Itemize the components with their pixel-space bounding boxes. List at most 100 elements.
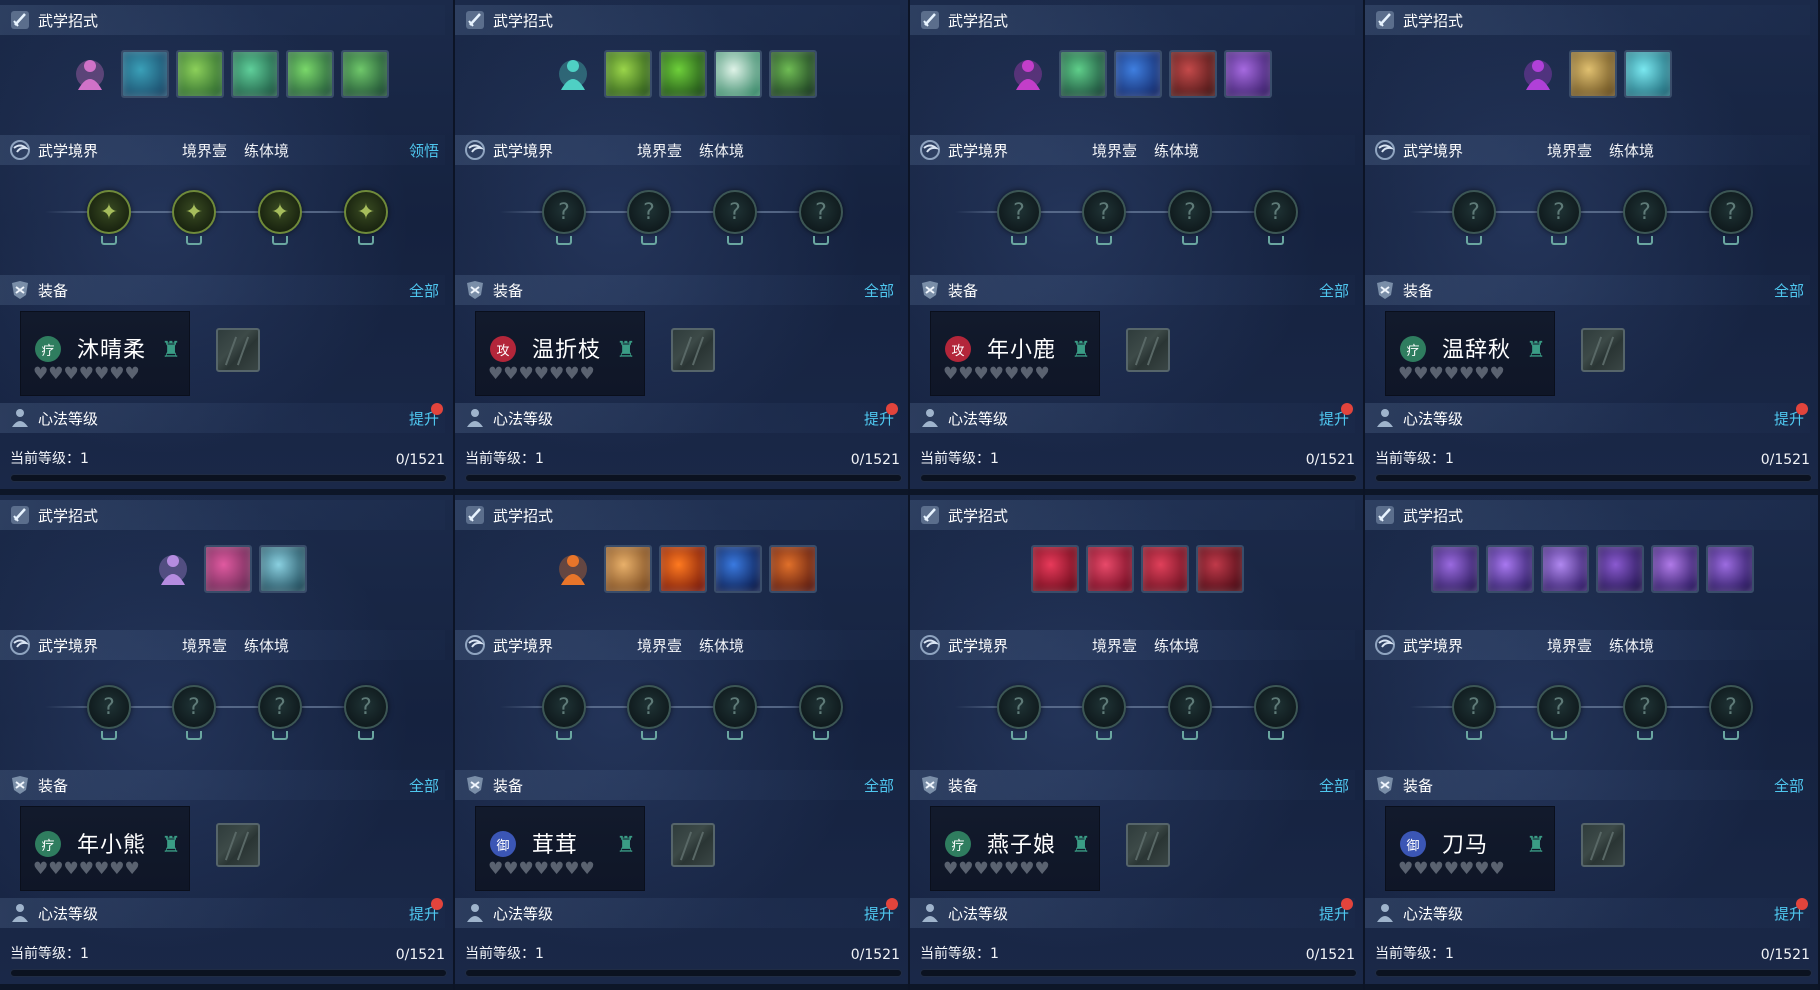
realm-node[interactable]: ?: [1254, 685, 1298, 741]
realm-node[interactable]: ?: [87, 685, 131, 741]
purple-slash-skill-icon[interactable]: [1486, 545, 1534, 593]
realm-node[interactable]: ?: [1082, 685, 1126, 741]
realm-node[interactable]: ?: [799, 685, 843, 741]
node-pedestal: [1466, 731, 1482, 740]
equip-all-link[interactable]: 全部: [1319, 775, 1349, 796]
realm-node[interactable]: ?: [1254, 190, 1298, 246]
equipment-slot[interactable]: [671, 823, 715, 867]
purple-arc-skill-icon[interactable]: [1541, 545, 1589, 593]
purple-mist-skill-icon[interactable]: [1223, 50, 1272, 98]
water-dragon-skill-icon[interactable]: [121, 50, 169, 98]
realm-node[interactable]: ?: [1623, 190, 1667, 246]
companion-card[interactable]: 疗燕子娘 ♜ ♥♥♥♥♥♥♥: [930, 806, 1100, 891]
companion-card[interactable]: 疗温辞秋 ♜ ♥♥♥♥♥♥♥: [1385, 311, 1555, 396]
white-ring-skill-icon[interactable]: [713, 50, 762, 98]
realm-node[interactable]: ?: [713, 685, 757, 741]
realm-node[interactable]: ?: [542, 685, 586, 741]
fire-blast-skill-icon[interactable]: [658, 545, 707, 593]
realm-node[interactable]: ?: [713, 190, 757, 246]
realm-node[interactable]: ?: [799, 190, 843, 246]
equip-all-link[interactable]: 全部: [1319, 280, 1349, 301]
equip-all-link[interactable]: 全部: [864, 775, 894, 796]
purple-spear-skill-icon[interactable]: [1431, 545, 1479, 593]
realm-node[interactable]: ?: [172, 685, 216, 741]
equip-all-link[interactable]: 全部: [864, 280, 894, 301]
realm-node[interactable]: ✦: [344, 190, 388, 246]
realm-node[interactable]: ?: [1082, 190, 1126, 246]
red-rose-skill-icon[interactable]: [1141, 545, 1189, 593]
equip-all-link[interactable]: 全部: [409, 775, 439, 796]
crescent-icon: ✦: [172, 190, 216, 234]
violet-figure-icon[interactable]: [1514, 50, 1562, 98]
red-slash-skill-icon[interactable]: [1031, 545, 1079, 593]
green-swirl-skill-icon[interactable]: [231, 50, 279, 98]
realm-node[interactable]: ?: [1537, 190, 1581, 246]
realm-node[interactable]: ?: [542, 190, 586, 246]
comprehend-link[interactable]: 领悟: [409, 140, 439, 161]
equipment-slot[interactable]: [671, 328, 715, 372]
realm-node[interactable]: ?: [997, 190, 1041, 246]
green-burst-skill-icon[interactable]: [1058, 50, 1107, 98]
red-double-slash-skill-icon[interactable]: [1086, 545, 1134, 593]
green-serpent-skill-icon[interactable]: [341, 50, 389, 98]
green-wind-skill-icon[interactable]: [176, 50, 224, 98]
golden-wings-skill-icon[interactable]: [1568, 50, 1617, 98]
equipment-slot[interactable]: [1126, 823, 1170, 867]
realm-node[interactable]: ?: [1452, 190, 1496, 246]
realm-node[interactable]: ?: [1168, 190, 1212, 246]
green-claw-skill-icon[interactable]: [603, 50, 652, 98]
realm-node[interactable]: ✦: [172, 190, 216, 246]
red-warrior-skill-icon[interactable]: [1196, 545, 1244, 593]
equipment-slot[interactable]: [1126, 328, 1170, 372]
flame-figure-icon[interactable]: [549, 545, 597, 593]
companion-card[interactable]: 疗年小熊 ♜ ♥♥♥♥♥♥♥: [20, 806, 190, 891]
pink-bird-skill-icon[interactable]: [203, 545, 252, 593]
realm-node[interactable]: ?: [997, 685, 1041, 741]
green-blade-skill-icon[interactable]: [658, 50, 707, 98]
realm-node[interactable]: ✦: [258, 190, 302, 246]
purple-halberd-skill-icon[interactable]: [1706, 545, 1754, 593]
equipment-slot[interactable]: [1581, 823, 1625, 867]
realm-node[interactable]: ?: [1452, 685, 1496, 741]
realm-node[interactable]: ?: [1623, 685, 1667, 741]
red-beast-skill-icon[interactable]: [1168, 50, 1217, 98]
equip-all-link[interactable]: 全部: [409, 280, 439, 301]
question-mark-icon: ?: [1623, 190, 1667, 234]
purple-bell-icon[interactable]: [149, 545, 197, 593]
companion-card[interactable]: 攻年小鹿 ♜ ♥♥♥♥♥♥♥: [930, 311, 1100, 396]
green-leaf-skill-icon[interactable]: [286, 50, 334, 98]
equip-section-title: 装备: [1403, 281, 1434, 300]
green-yin-yang-skill-icon[interactable]: [768, 50, 817, 98]
teal-figure-icon[interactable]: [549, 50, 597, 98]
skills-row: [1365, 543, 1818, 595]
golden-buddha-skill-icon[interactable]: [603, 545, 652, 593]
realm-node[interactable]: ?: [1168, 685, 1212, 741]
equip-all-link[interactable]: 全部: [1774, 775, 1804, 796]
pink-figure-icon[interactable]: [66, 50, 114, 98]
companion-card[interactable]: 御茸茸 ♜ ♥♥♥♥♥♥♥: [475, 806, 645, 891]
equipment-slot[interactable]: [1581, 328, 1625, 372]
companion-card[interactable]: 疗沐晴柔 ♜ ♥♥♥♥♥♥♥: [20, 311, 190, 396]
blue-wave-skill-icon[interactable]: [1113, 50, 1162, 98]
fire-swirl-skill-icon[interactable]: [768, 545, 817, 593]
realm-node[interactable]: ?: [258, 685, 302, 741]
companion-card[interactable]: 攻温折枝 ♜ ♥♥♥♥♥♥♥: [475, 311, 645, 396]
equipment-slot[interactable]: [216, 823, 260, 867]
realm-node[interactable]: ?: [627, 190, 671, 246]
realm-node[interactable]: ✦: [87, 190, 131, 246]
purple-wave-skill-icon[interactable]: [1651, 545, 1699, 593]
realm-node[interactable]: ?: [627, 685, 671, 741]
purple-rider-skill-icon[interactable]: [1596, 545, 1644, 593]
companion-card[interactable]: 御刀马 ♜ ♥♥♥♥♥♥♥: [1385, 806, 1555, 891]
realm-node[interactable]: ?: [1709, 190, 1753, 246]
realm-node[interactable]: ?: [1709, 685, 1753, 741]
swirl-icon: [463, 138, 487, 162]
cyan-sun-skill-icon[interactable]: [1623, 50, 1672, 98]
realm-node[interactable]: ?: [1537, 685, 1581, 741]
purple-orb-icon[interactable]: [1004, 50, 1052, 98]
realm-node[interactable]: ?: [344, 685, 388, 741]
blue-crescent-skill-icon[interactable]: [713, 545, 762, 593]
equip-all-link[interactable]: 全部: [1774, 280, 1804, 301]
ice-shark-skill-icon[interactable]: [258, 545, 307, 593]
equipment-slot[interactable]: [216, 328, 260, 372]
